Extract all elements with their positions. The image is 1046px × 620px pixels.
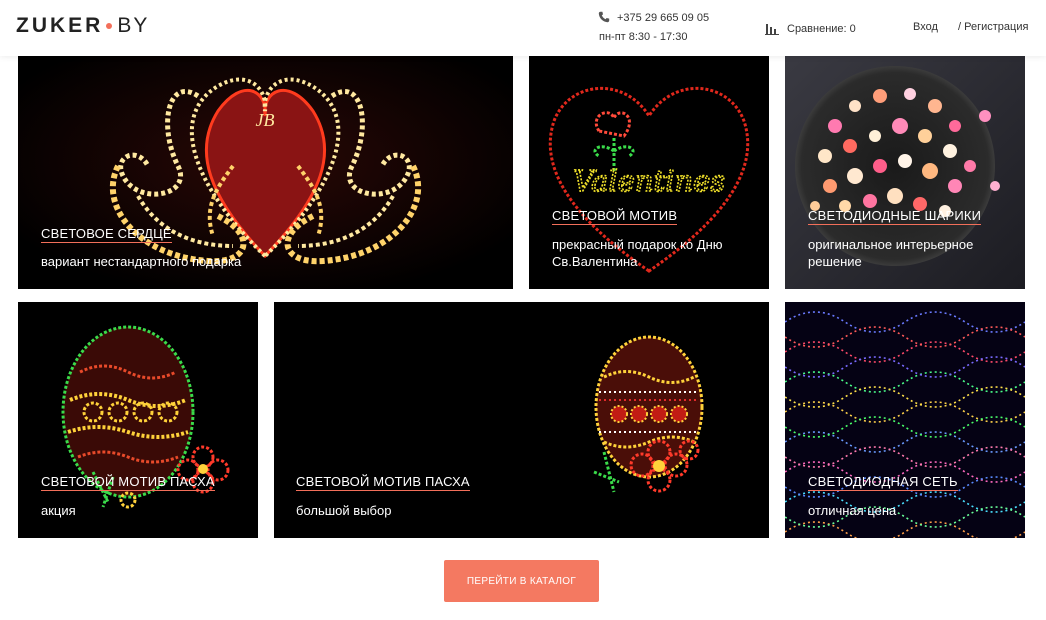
login-link[interactable]: Вход [913,21,938,33]
tile-desc: большой выбор [296,503,392,518]
promo-tile-easter-motif-sale[interactable]: СВЕТОВОЙ МОТИВ ПАСХА акция [18,302,258,538]
tile-desc: вариант нестандартного подарка [41,254,242,269]
compare-label: Сравнение: [787,23,847,35]
compare-link[interactable]: Сравнение: 0 [787,23,856,35]
tile-desc: оригинальное интерьерное решение [808,237,974,269]
promo-tile-easter-motif-selection[interactable]: СВЕТОВОЙ МОТИВ ПАСХА большой выбор [274,302,769,538]
tile-title[interactable]: СВЕТОДИОДНЫЕ ШАРИКИ [808,208,982,225]
site-header: ZUKER BY +375 29 665 09 05 пн-пт 8:30 - 1… [0,0,1046,56]
promo-tile-valentine-motif[interactable]: Valentines СВЕТОВОЙ МОТИВ прекрасный под… [529,56,769,289]
phone-icon [598,11,610,23]
logo-dot [106,23,113,29]
header-hours: пн-пт 8:30 - 17:30 [599,31,688,43]
logo[interactable]: ZUKER BY [16,14,149,38]
go-to-catalog-button[interactable]: ПЕРЕЙТИ В КАТАЛОГ [444,560,599,602]
tile-title[interactable]: СВЕТОДИОДНАЯ СЕТЬ [808,474,958,491]
compare-count: 0 [849,23,856,35]
valentines-script: Valentines [573,164,725,198]
tile-title[interactable]: СВЕТОВОЙ МОТИВ ПАСХА [296,474,470,491]
promo-tile-light-heart[interactable]: JB СВЕТОВОЕ СЕРДЦЕ вариант нестандартног… [18,56,513,289]
tile-title[interactable]: СВЕТОВОЙ МОТИВ ПАСХА [41,474,215,491]
bar-chart-icon [765,24,779,35]
promo-tile-led-net[interactable]: СВЕТОДИОДНАЯ СЕТЬ отличная цена [785,302,1025,538]
tile-desc: прекрасный подарок ко Дню Св.Валентина [552,237,723,269]
tile-title[interactable]: СВЕТОВОЕ СЕРДЦЕ [41,226,172,243]
swans-monogram: JB [256,110,275,130]
promo-tile-led-balls[interactable]: СВЕТОДИОДНЫЕ ШАРИКИ оригинальное интерье… [785,56,1025,289]
tile-desc: отличная цена [808,503,897,518]
header-phone[interactable]: +375 29 665 09 05 [617,12,709,24]
register-link[interactable]: / Регистрация [958,21,1028,33]
tile-title[interactable]: СВЕТОВОЙ МОТИВ [552,208,678,225]
logo-tld: BY [117,14,150,37]
logo-main: ZUKER [16,14,104,37]
tile-desc: акция [41,503,76,518]
